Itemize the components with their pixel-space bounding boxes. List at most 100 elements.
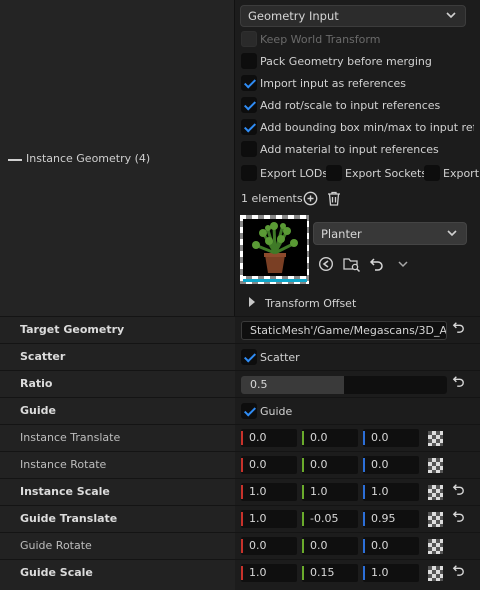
- option-label: Import input as references: [260, 77, 407, 90]
- add-rot-scale-checkbox[interactable]: [241, 97, 257, 113]
- z-axis-bar: [363, 485, 365, 499]
- x-field[interactable]: 0.0: [241, 429, 297, 447]
- reset-arrow-icon[interactable]: [369, 257, 384, 274]
- x-field[interactable]: 1.0: [241, 483, 297, 501]
- guide-checkbox-label: Guide: [260, 405, 293, 418]
- transform-offset-label[interactable]: Transform Offset: [265, 297, 356, 310]
- target-geometry-cell: StaticMesh'/Game/Megascans/3D_Assets/: [235, 317, 480, 343]
- asset-thumbnail[interactable]: [240, 215, 309, 284]
- thumbnail-image: [243, 219, 307, 276]
- x-field[interactable]: 0.0: [241, 537, 297, 555]
- option-label: Pack Geometry before merging: [260, 55, 432, 68]
- chevron-down-icon: [446, 227, 458, 242]
- row-guide-scale: Guide Scale 1.0 0.15 1.0: [0, 559, 480, 590]
- lock-ratio-icon[interactable]: [428, 431, 443, 446]
- reset-arrow-icon[interactable]: [452, 510, 465, 526]
- x-field[interactable]: 0.0: [241, 456, 297, 474]
- asset-picker-dropdown[interactable]: Planter: [313, 222, 467, 245]
- y-field[interactable]: -0.05: [302, 510, 358, 528]
- collapse-icon[interactable]: [8, 159, 22, 161]
- guide-checkbox[interactable]: [241, 403, 257, 419]
- x-axis-bar: [241, 566, 243, 580]
- guide-label: Guide: [20, 404, 56, 417]
- z-field[interactable]: 1.0: [363, 564, 419, 582]
- reset-arrow-icon[interactable]: [452, 564, 465, 580]
- y-field[interactable]: 0.15: [302, 564, 358, 582]
- row-ratio: Ratio 0.5: [0, 370, 480, 397]
- y-axis-bar: [302, 539, 304, 553]
- z-value: 0.0: [371, 431, 389, 444]
- import-as-references-checkbox[interactable]: [241, 75, 257, 91]
- z-field[interactable]: 1.0: [363, 483, 419, 501]
- option-label: Add rot/scale to input references: [260, 99, 441, 112]
- z-field[interactable]: 0.95: [363, 510, 419, 528]
- lock-ratio-icon[interactable]: [428, 539, 443, 554]
- export-lods-checkbox[interactable]: [241, 165, 257, 181]
- z-value: 0.0: [371, 539, 389, 552]
- x-value: 1.0: [249, 485, 267, 498]
- z-axis-bar: [363, 458, 365, 472]
- scatter-checkbox[interactable]: [241, 349, 257, 365]
- x-field[interactable]: 1.0: [241, 510, 297, 528]
- x-field[interactable]: 1.0: [241, 564, 297, 582]
- export-lods-label: Export LODs: [260, 167, 329, 180]
- reset-arrow-icon[interactable]: [452, 375, 465, 391]
- input-type-dropdown[interactable]: Geometry Input: [240, 5, 466, 27]
- triangle-right-icon[interactable]: [248, 297, 256, 310]
- lock-ratio-icon[interactable]: [428, 458, 443, 473]
- x-value: 0.0: [249, 539, 267, 552]
- add-material-checkbox[interactable]: [241, 141, 257, 157]
- export-colliders-label: Export Colliders: [443, 167, 480, 180]
- z-field[interactable]: 0.0: [363, 537, 419, 555]
- target-geometry-input[interactable]: StaticMesh'/Game/Megascans/3D_Assets/: [241, 321, 447, 340]
- x-value: 0.0: [249, 431, 267, 444]
- reset-arrow-icon[interactable]: [452, 321, 465, 337]
- instance-rotate-label: Instance Rotate: [20, 458, 107, 471]
- guide-rotate-label: Guide Rotate: [20, 539, 92, 552]
- export-sockets-checkbox[interactable]: [326, 165, 342, 181]
- x-axis-bar: [241, 512, 243, 526]
- scatter-label: Scatter: [20, 350, 66, 363]
- ratio-cell: 0.5: [235, 371, 480, 397]
- ratio-slider[interactable]: 0.5: [241, 376, 447, 394]
- input-type-value: Geometry Input: [248, 9, 339, 23]
- instance-scale-label: Instance Scale: [20, 485, 110, 498]
- z-value: 1.0: [371, 566, 389, 579]
- reset-arrow-icon[interactable]: [452, 483, 465, 499]
- y-field[interactable]: 0.0: [302, 429, 358, 447]
- y-value: 0.0: [310, 431, 328, 444]
- y-value: 1.0: [310, 485, 328, 498]
- scatter-checkbox-label: Scatter: [260, 351, 300, 364]
- browse-asset-icon[interactable]: [343, 256, 361, 275]
- use-selected-icon[interactable]: [318, 256, 334, 275]
- x-axis-bar: [241, 458, 243, 472]
- chevron-down-icon[interactable]: [397, 259, 409, 272]
- lock-ratio-icon[interactable]: [428, 485, 443, 500]
- row-instance-scale: Instance Scale 1.0 1.0 1.0: [0, 478, 480, 505]
- z-field[interactable]: 0.0: [363, 456, 419, 474]
- plus-icon[interactable]: [303, 191, 318, 209]
- pack-geometry-checkbox[interactable]: [241, 53, 257, 69]
- guide-translate-label: Guide Translate: [20, 512, 118, 525]
- export-sockets-label: Export Sockets: [345, 167, 428, 180]
- row-target-geometry: Target Geometry StaticMesh'/Game/Megasca…: [0, 316, 480, 343]
- option-label: Add bounding box min/max to input refere…: [260, 121, 474, 134]
- y-axis-bar: [302, 566, 304, 580]
- instance-translate-cell: 0.0 0.0 0.0: [235, 425, 480, 451]
- y-field[interactable]: 0.0: [302, 456, 358, 474]
- y-axis-bar: [302, 485, 304, 499]
- scatter-cell: Scatter: [235, 344, 480, 370]
- elements-count: 1 elements: [241, 192, 303, 205]
- chevron-down-icon: [445, 9, 457, 24]
- y-field[interactable]: 0.0: [302, 537, 358, 555]
- keep-world-transform-checkbox[interactable]: [241, 31, 257, 47]
- x-value: 1.0: [249, 512, 267, 525]
- lock-ratio-icon[interactable]: [428, 512, 443, 527]
- add-bounding-box-checkbox[interactable]: [241, 119, 257, 135]
- trash-icon[interactable]: [327, 191, 341, 209]
- target-geometry-label: Target Geometry: [20, 323, 125, 336]
- lock-ratio-icon[interactable]: [428, 566, 443, 581]
- y-field[interactable]: 1.0: [302, 483, 358, 501]
- export-colliders-checkbox[interactable]: [424, 165, 440, 181]
- z-field[interactable]: 0.0: [363, 429, 419, 447]
